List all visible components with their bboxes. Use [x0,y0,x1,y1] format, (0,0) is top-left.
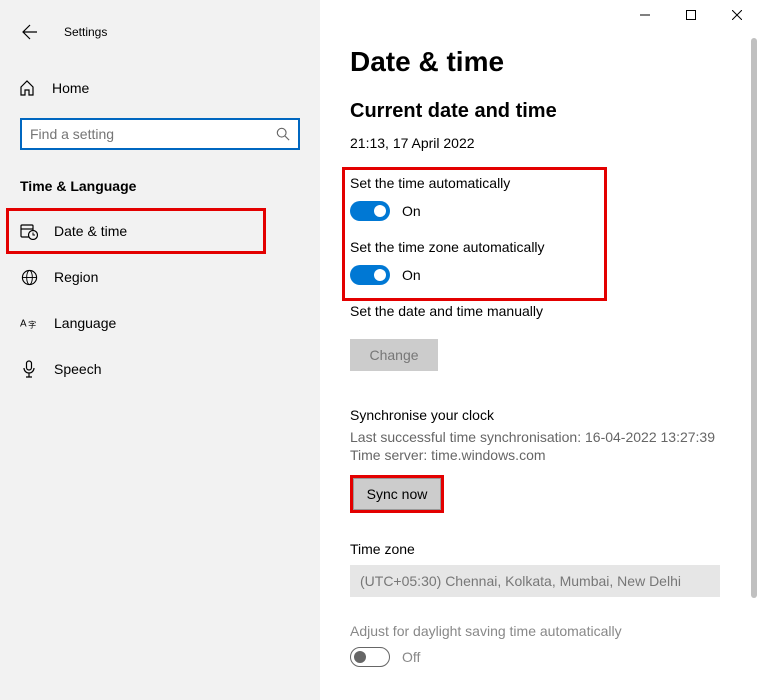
sync-now-button[interactable]: Sync now [353,478,441,510]
auto-time-toggle[interactable] [350,201,390,221]
change-button: Change [350,339,438,371]
auto-tz-toggle[interactable] [350,265,390,285]
home-nav[interactable]: Home [0,68,320,108]
globe-icon [20,268,38,286]
tz-value: (UTC+05:30) Chennai, Kolkata, Mumbai, Ne… [360,573,681,589]
nav-label: Region [54,269,98,285]
section-title: Current date and time [350,100,760,123]
auto-tz-label: Set the time zone automatically [350,239,615,255]
microphone-icon [20,360,38,378]
toggle-state: Off [402,649,420,665]
window-title: Settings [64,25,107,39]
sidebar-item-language[interactable]: A字 Language [0,300,320,346]
svg-text:A: A [20,319,27,330]
auto-time-label: Set the time automatically [350,175,615,191]
auto-time-section: Set the time automatically On [350,175,615,221]
auto-tz-section: Set the time zone automatically On [350,239,615,285]
toggle-state: On [402,267,421,283]
main-content: Date & time Current date and time 21:13,… [320,0,760,700]
search-input[interactable] [30,126,276,142]
scrollbar[interactable] [748,32,760,672]
sidebar-item-region[interactable]: Region [0,254,320,300]
timezone-section: Time zone (UTC+05:30) Chennai, Kolkata, … [350,541,760,597]
home-icon [18,79,36,97]
nav-label: Language [54,315,116,331]
sync-title: Synchronise your clock [350,407,760,423]
toggle-state: On [402,203,421,219]
dst-label: Adjust for daylight saving time automati… [350,623,760,639]
sync-server: Time server: time.windows.com [350,447,760,463]
maximize-icon [686,10,696,20]
svg-text:字: 字 [28,320,36,330]
timezone-dropdown: (UTC+05:30) Chennai, Kolkata, Mumbai, Ne… [350,565,720,597]
tz-title: Time zone [350,541,760,557]
sidebar-item-date-time[interactable]: Date & time [0,208,320,254]
header-row: Settings [0,12,320,52]
back-button[interactable] [18,20,42,44]
search-box[interactable] [20,118,300,150]
nav-label: Date & time [54,223,127,239]
sidebar: Settings Home Time & Language Date & tim… [0,0,320,700]
category-header: Time & Language [0,150,320,208]
nav-label: Speech [54,361,101,377]
highlight-annotation: Sync now [350,475,444,513]
home-label: Home [52,80,89,96]
minimize-icon [640,10,650,20]
current-datetime: 21:13, 17 April 2022 [350,135,760,151]
maximize-button[interactable] [668,0,714,30]
dst-toggle [350,647,390,667]
search-icon [276,127,290,141]
sidebar-item-speech[interactable]: Speech [0,346,320,392]
minimize-button[interactable] [622,0,668,30]
close-icon [732,10,742,20]
manual-label: Set the date and time manually [350,303,760,319]
close-button[interactable] [714,0,760,30]
dst-section: Adjust for daylight saving time automati… [350,623,760,667]
page-title: Date & time [350,46,760,78]
manual-section: Set the date and time manually Change [350,303,760,371]
sync-section: Synchronise your clock Last successful t… [350,407,760,513]
arrow-left-icon [22,24,38,40]
sync-last: Last successful time synchronisation: 16… [350,429,760,445]
calendar-clock-icon [20,222,38,240]
language-icon: A字 [20,314,38,332]
scrollbar-thumb[interactable] [751,38,757,598]
title-bar-controls [622,0,760,30]
